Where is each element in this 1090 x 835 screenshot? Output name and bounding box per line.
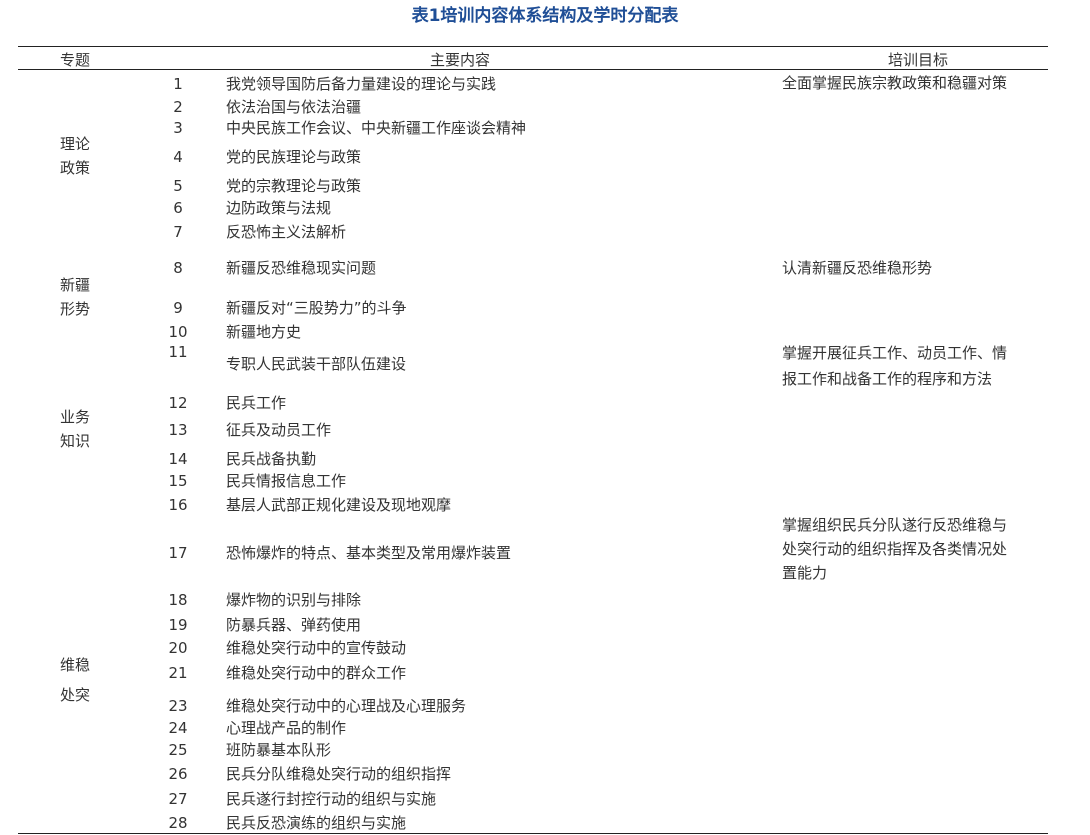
row-number: 15 [168,472,188,490]
target-line: 置能力 [782,564,828,582]
target-line: 报工作和战备工作的程序和方法 [782,370,993,388]
target-xinjiang-situation: 认清新疆反恐维稳形势 [782,255,932,281]
row-content: 党的宗教理论与政策 [226,177,362,195]
row-content: 反恐怖主义法解析 [226,223,347,241]
row-content: 班防暴基本队形 [226,741,332,759]
row-content: 边防政策与法规 [226,199,332,217]
row-content: 民兵遂行封控行动的组织与实施 [226,790,437,808]
row-number: 24 [168,719,188,737]
row-content: 中央民族工作会议、中央新疆工作座谈会精神 [226,119,527,137]
table-top-rule [18,46,1048,47]
row-content: 恐怖爆炸的特点、基本类型及常用爆炸装置 [226,544,512,562]
row-content: 维稳处突行动中的心理战及心理服务 [226,697,467,715]
row-content: 基层人武部正规化建设及现地观摩 [226,496,452,514]
row-content: 民兵反恐演练的组织与实施 [226,814,407,832]
topic-line: 维稳 [60,656,91,674]
row-content: 爆炸物的识别与排除 [226,591,362,609]
target-line: 全面掌握民族宗教政策和稳疆对策 [782,74,1008,92]
row-content: 民兵战备执勤 [226,450,317,468]
row-number: 16 [168,496,188,514]
row-number: 4 [173,148,183,166]
row-number: 18 [168,591,188,609]
row-content: 心理战产品的制作 [226,719,347,737]
row-content: 征兵及动员工作 [226,421,332,439]
row-number: 27 [168,790,188,808]
topic-line: 形势 [60,300,91,318]
row-content: 新疆反恐维稳现实问题 [226,259,377,277]
topic-line: 业务 [60,408,91,426]
topic-line: 政策 [60,159,91,177]
row-number: 14 [168,450,188,468]
row-content: 依法治国与依法治疆 [226,98,362,116]
row-content: 新疆反对“三股势力”的斗争 [226,299,407,317]
row-number: 19 [168,616,188,634]
row-number: 6 [173,199,183,217]
row-number: 5 [173,177,183,195]
row-number: 12 [168,394,188,412]
row-content: 我党领导国防后备力量建设的理论与实践 [226,75,497,93]
row-number: 17 [168,544,188,562]
row-number: 9 [173,299,183,317]
row-number: 10 [168,323,188,341]
topic-business-knowledge: 业务 知识 [60,405,90,453]
row-content: 民兵工作 [226,394,287,412]
row-number: 1 [173,75,183,93]
row-number: 20 [168,639,188,657]
row-number: 28 [168,814,188,832]
header-content: 主要内容 [429,51,490,69]
target-line: 掌握开展征兵工作、动员工作、情 [782,344,1008,362]
topic-xinjiang-situation: 新疆 形势 [60,273,90,321]
row-number: 2 [173,98,183,116]
row-number: 8 [173,259,183,277]
row-number: 26 [168,765,188,783]
target-stability-emergency: 掌握组织民兵分队遂行反恐维稳与 处突行动的组织指挥及各类情况处 置能力 [782,513,1007,585]
row-number: 21 [168,664,188,682]
topic-theory-policy: 理论 政策 [60,132,90,180]
row-number: 11 [168,343,188,361]
target-line: 处突行动的组织指挥及各类情况处 [782,540,1008,558]
topic-line: 理论 [60,135,91,153]
target-line: 认清新疆反恐维稳形势 [782,259,933,277]
row-content: 防暴兵器、弹药使用 [226,616,362,634]
topic-line: 处突 [60,686,91,704]
table-bottom-rule [18,833,1048,834]
row-number: 23 [168,697,188,715]
row-content: 维稳处突行动中的群众工作 [226,664,407,682]
header-topic: 专题 [59,51,90,69]
topic-stability-emergency: 维稳 处突 [60,650,90,710]
row-content: 专职人民武装干部队伍建设 [226,355,407,373]
topic-line: 新疆 [60,276,91,294]
target-business-knowledge: 掌握开展征兵工作、动员工作、情 报工作和战备工作的程序和方法 [782,340,1007,392]
topic-line: 知识 [60,432,91,450]
row-content: 新疆地方史 [226,323,302,341]
row-content: 民兵分队维稳处突行动的组织指挥 [226,765,452,783]
table-title: 表1培训内容体系结构及学时分配表 [411,6,679,26]
target-line: 掌握组织民兵分队遂行反恐维稳与 [782,516,1008,534]
row-number: 7 [173,223,183,241]
row-content: 民兵情报信息工作 [226,472,347,490]
row-number: 13 [168,421,188,439]
row-number: 3 [173,119,183,137]
target-theory-policy: 全面掌握民族宗教政策和稳疆对策 [782,70,1007,96]
header-target: 培训目标 [887,51,948,69]
row-content: 维稳处突行动中的宣传鼓动 [226,639,407,657]
row-content: 党的民族理论与政策 [226,148,362,166]
row-number: 25 [168,741,188,759]
